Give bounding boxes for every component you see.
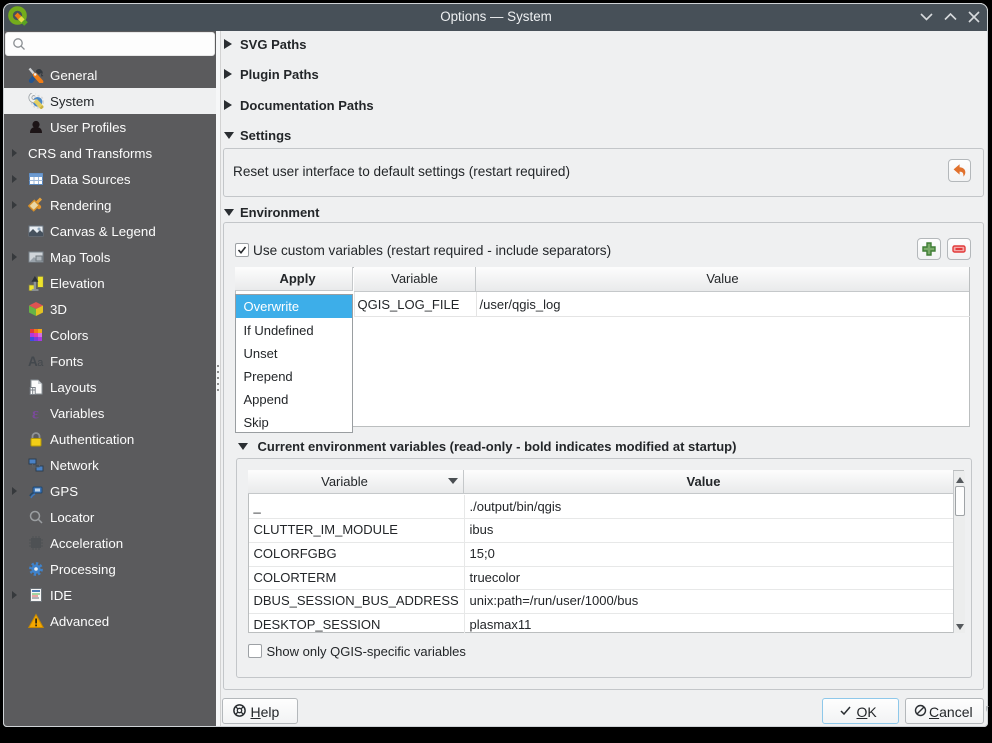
svg-text:a: a xyxy=(37,357,44,369)
svg-text:ε: ε xyxy=(32,406,39,422)
